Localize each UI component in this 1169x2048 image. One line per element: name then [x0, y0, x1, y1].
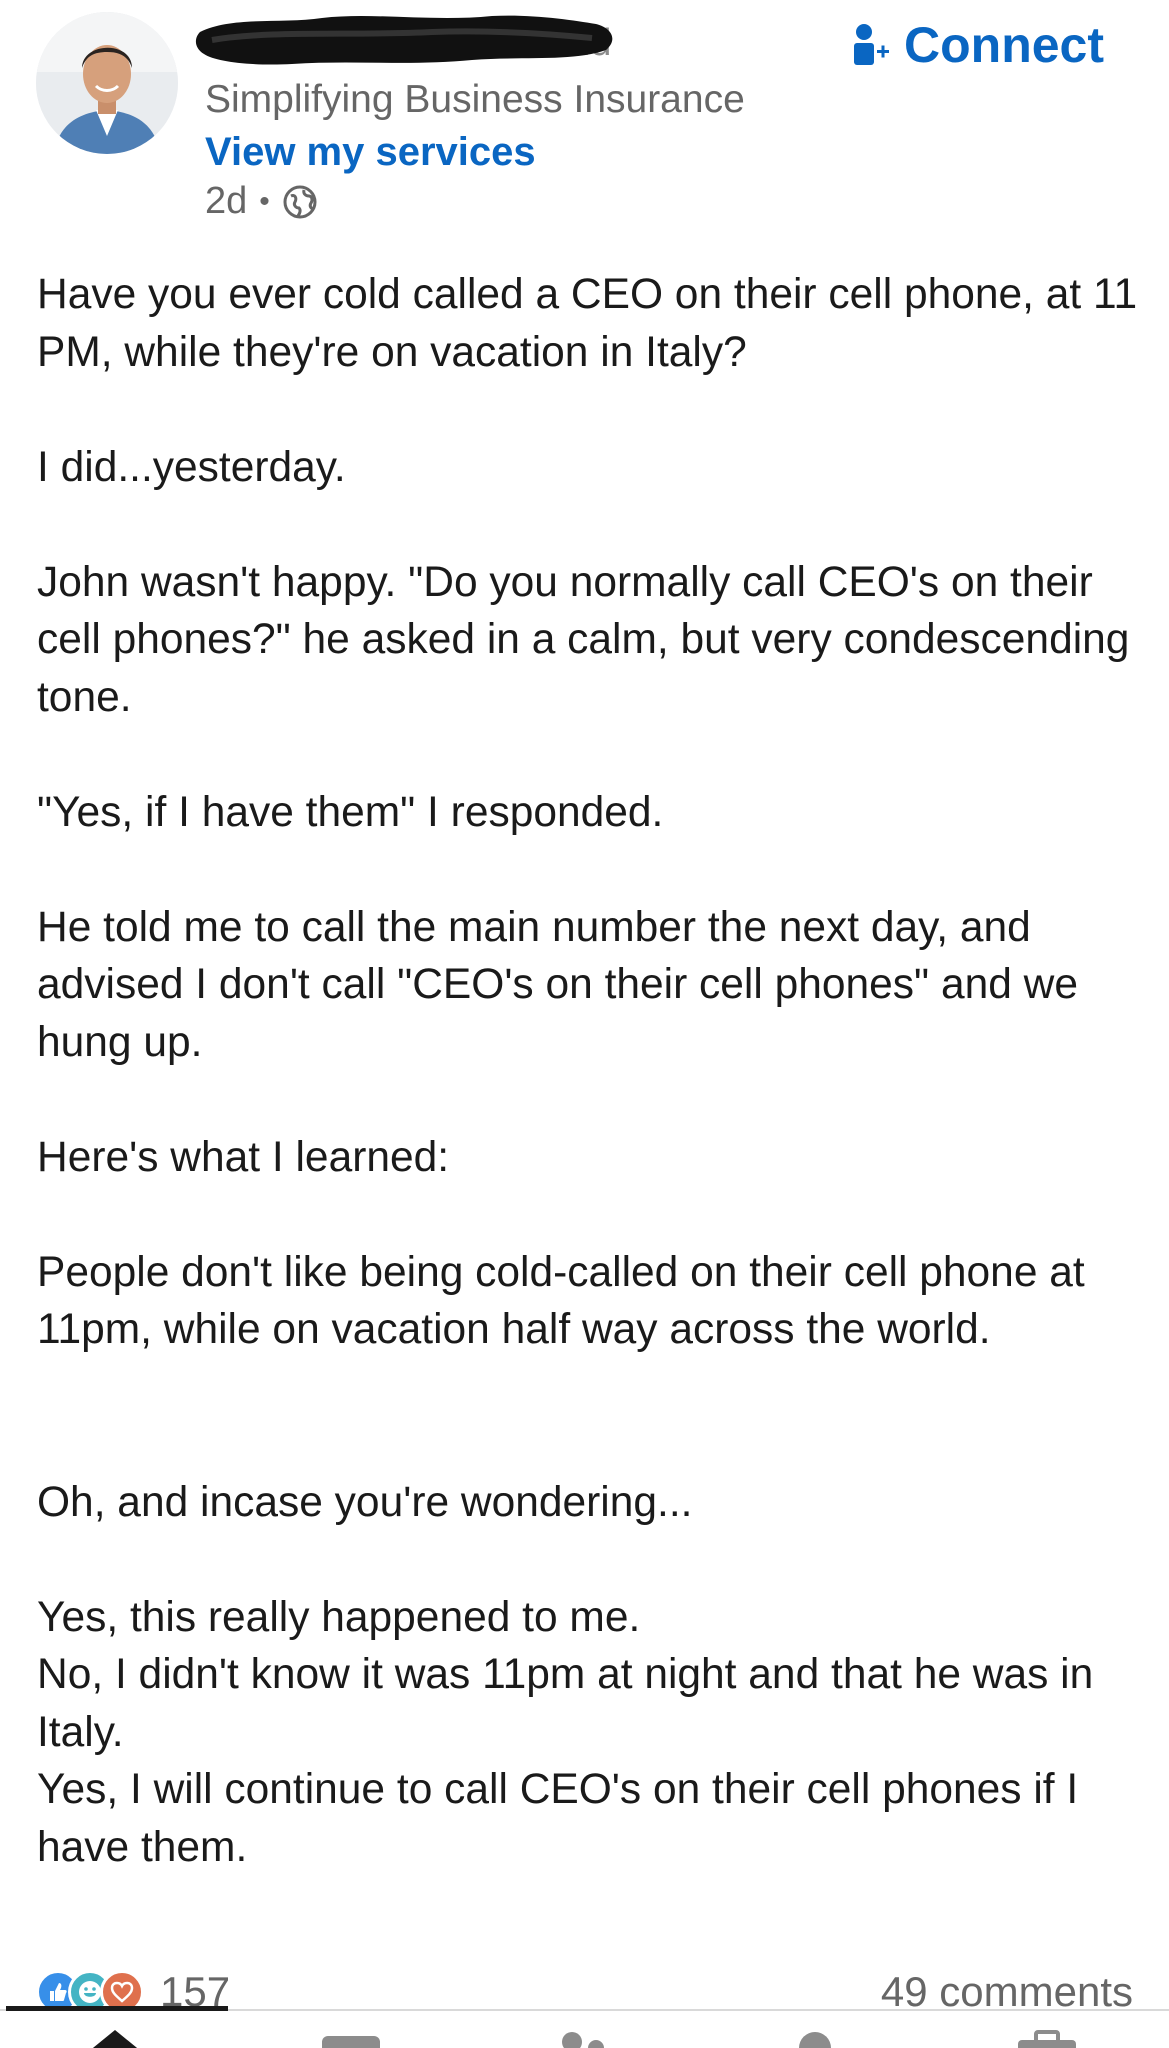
add-person-icon — [854, 24, 889, 65]
home-icon[interactable] — [80, 2028, 150, 2048]
post-paragraph: Have you ever cold called a CEO on their… — [37, 271, 1138, 376]
post-paragraph: John wasn't happy. "Do you normally call… — [37, 558, 1130, 721]
post-time: 2d — [205, 180, 248, 222]
post-paragraph: People don't like being cold-called on t… — [37, 1248, 1085, 1354]
notifications-icon[interactable] — [780, 2028, 850, 2048]
post-paragraph: Here's what I learned: — [37, 1133, 450, 1181]
post-paragraph: Oh, and incase you're wondering... — [37, 1478, 693, 1526]
my-network-icon[interactable] — [316, 2028, 386, 2048]
connect-label: Connect — [904, 17, 1104, 73]
bottom-navigation — [0, 2012, 1169, 2048]
post-paragraph: "Yes, if I have them" I responded. — [37, 788, 664, 836]
active-tab-indicator — [6, 2006, 228, 2011]
post-meta: 2d • — [205, 180, 318, 223]
post-paragraph: I did...yesterday. — [37, 443, 346, 491]
view-services-link[interactable]: View my services — [205, 130, 536, 175]
post-paragraph: Yes, this really happened to me. No, I d… — [37, 1593, 1094, 1871]
post-icon[interactable] — [548, 2028, 618, 2048]
meta-separator: • — [259, 184, 270, 218]
jobs-icon[interactable] — [1012, 2028, 1082, 2048]
globe-icon — [283, 185, 317, 218]
author-avatar[interactable] — [36, 12, 178, 154]
author-name-redacted — [195, 15, 613, 65]
post-text: Have you ever cold called a CEO on their… — [37, 266, 1147, 1876]
avatar-photo — [36, 12, 178, 154]
author-headline: Simplifying Business Insurance — [205, 78, 745, 121]
post-paragraph: He told me to call the main number the n… — [37, 903, 1079, 1066]
connect-button[interactable]: Connect — [852, 16, 1104, 74]
